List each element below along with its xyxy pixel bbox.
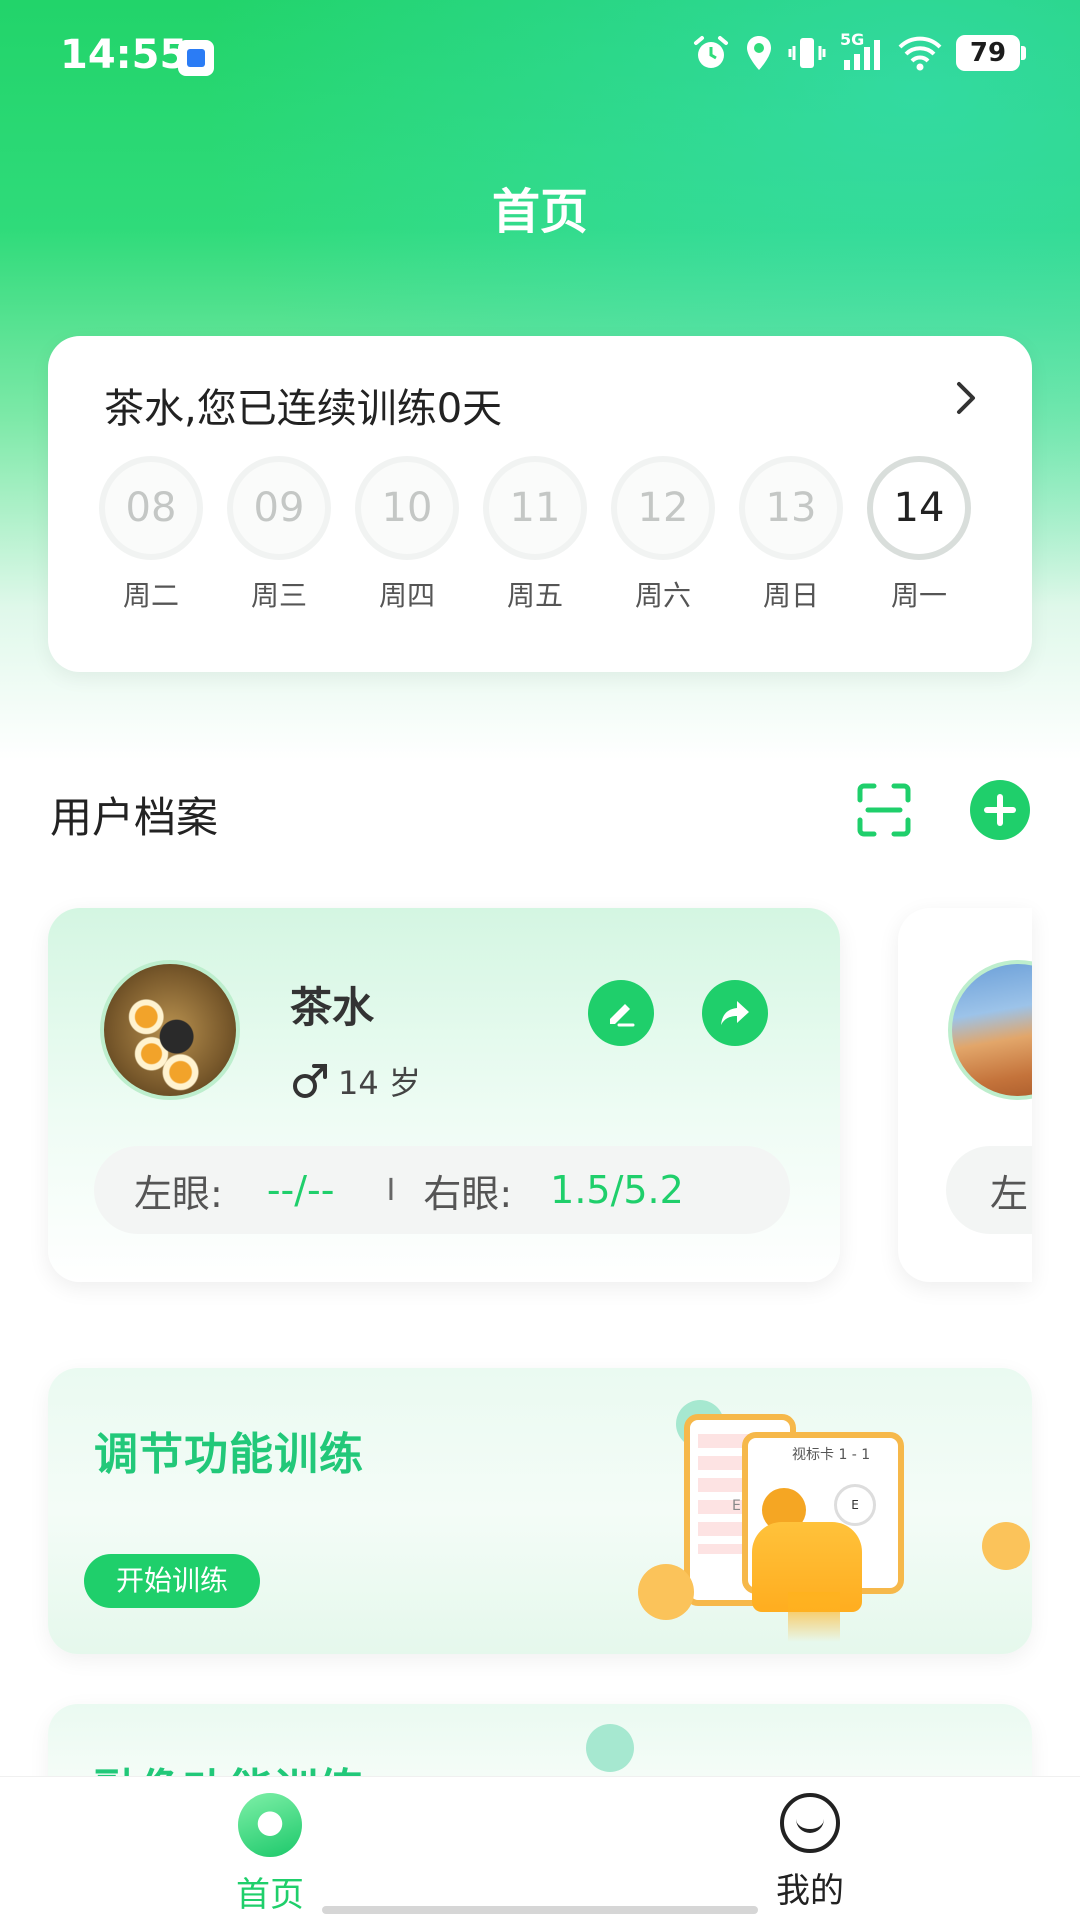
add-profile-button[interactable] [970, 780, 1030, 840]
signal-icon [844, 40, 880, 70]
tablet-label: 视标卡 1 - 1 [792, 1447, 871, 1463]
bottom-navigation: 首页 我的 [0, 1776, 1080, 1921]
avatar [100, 960, 240, 1100]
week-days-row: 08 周二 09 周三 10 周四 11 周五 12 周六 13 周日 14 周… [96, 456, 984, 626]
day-item: 09 周三 [224, 456, 334, 614]
smile-profile-icon [780, 1793, 840, 1853]
day-weekday: 周二 [122, 579, 179, 612]
page-title: 首页 [491, 184, 588, 240]
nav-profile[interactable]: 我的 [730, 1793, 890, 1912]
share-icon [721, 1001, 749, 1025]
streak-message: 茶水,您已连续训练0天 [104, 386, 503, 432]
left-eye-value: --/-- [266, 1168, 335, 1212]
day-item: 08 周二 [96, 456, 206, 614]
bookmark-badge-icon [586, 1724, 634, 1772]
day-circle: 09 [227, 456, 331, 560]
trend-badge-icon [638, 1564, 694, 1620]
left-eye-label: 左眼: [134, 1171, 223, 1216]
profile-name: 茶水 [290, 983, 375, 1032]
section-title-profiles: 用户档案 [50, 793, 219, 842]
day-circle: 10 [355, 456, 459, 560]
day-weekday: 周一 [890, 579, 947, 612]
day-item-today: 14 周一 [864, 456, 974, 614]
day-item: 10 周四 [352, 456, 462, 614]
vision-summary-partial: 左 [946, 1146, 1032, 1234]
day-circle: 12 [611, 456, 715, 560]
right-eye-label: 右眼: [423, 1171, 513, 1216]
profile-card-peek[interactable]: 左 [898, 908, 1032, 1282]
wifi-icon [898, 36, 942, 71]
status-time: 14:55 [60, 32, 188, 78]
status-icons: 5G 79 [692, 30, 1026, 72]
day-weekday: 周五 [506, 579, 563, 612]
day-item: 13 周日 [736, 456, 846, 614]
edit-profile-button[interactable] [588, 980, 654, 1046]
day-circle: 08 [99, 456, 203, 560]
male-gender-icon [293, 1064, 327, 1098]
eye-divider: I [386, 1172, 396, 1208]
status-bar: 14:55 5G 79 [0, 0, 1080, 115]
training-streak-card[interactable]: 茶水,您已连续训练0天 08 周二 09 周三 10 周四 11 周五 12 周… [48, 336, 1032, 672]
chart-letter: E [732, 1498, 741, 1514]
day-weekday: 周六 [634, 579, 691, 612]
training-illustration: E 视标卡 1 - 1 E [638, 1392, 1030, 1642]
home-indicator[interactable] [322, 1906, 758, 1914]
location-icon [747, 36, 771, 70]
scan-icon[interactable] [856, 782, 912, 838]
battery-indicator: 79 [956, 35, 1026, 71]
start-training-button[interactable]: 开始训练 [84, 1554, 261, 1608]
day-weekday: 周三 [250, 579, 307, 612]
avatar [948, 960, 1032, 1100]
alarm-icon [694, 36, 728, 68]
cellular-signal: 5G [840, 30, 884, 72]
hand-stem [788, 1592, 840, 1642]
share-profile-button[interactable] [702, 980, 768, 1046]
chart-letter-badge: E [834, 1484, 876, 1526]
battery-level: 79 [969, 38, 1007, 68]
vibrate-icon [788, 38, 826, 68]
profile-meta: ♂ 14 岁 [290, 1058, 421, 1104]
nav-profile-label: 我的 [776, 1871, 844, 1911]
notification-app-icon [178, 40, 214, 76]
day-item: 12 周六 [608, 456, 718, 614]
day-circle: 13 [739, 456, 843, 560]
profile-card[interactable]: 茶水 ♂ 14 岁 左眼: --/-- I 右眼: 1.5/5.2 [48, 908, 840, 1282]
vision-summary: 左眼: --/-- I 右眼: 1.5/5.2 [94, 1146, 790, 1234]
home-icon [238, 1793, 302, 1857]
nav-home[interactable]: 首页 [190, 1793, 350, 1916]
left-eye-label: 左 [990, 1171, 1029, 1216]
day-weekday: 周四 [378, 579, 435, 612]
day-item: 11 周五 [480, 456, 590, 614]
accommodation-training-card[interactable]: 调节功能训练 开始训练 E 视标卡 1 - 1 E [48, 1368, 1032, 1654]
edit-icon [610, 1004, 635, 1027]
star-badge-icon [982, 1522, 1030, 1570]
training-title: 调节功能训练 [94, 1429, 364, 1480]
right-eye-value: 1.5/5.2 [550, 1168, 684, 1212]
day-circle-today: 14 [867, 456, 971, 560]
profile-age: 14 岁 [338, 1064, 421, 1102]
day-circle: 11 [483, 456, 587, 560]
day-weekday: 周日 [762, 579, 819, 612]
chevron-right-icon[interactable] [946, 378, 986, 418]
